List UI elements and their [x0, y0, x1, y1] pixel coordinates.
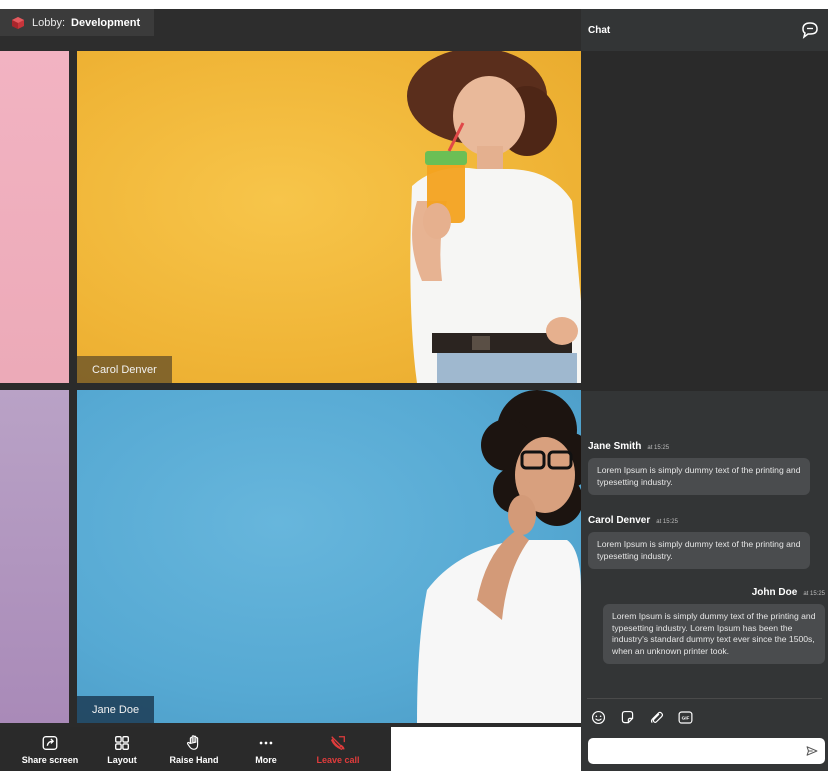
- video-tile-3[interactable]: [0, 390, 69, 723]
- message-author: Carol Denver: [588, 515, 651, 526]
- gif-label: GIF: [682, 716, 690, 721]
- message-bubble: Lorem Ipsum is simply dummy text of the …: [603, 604, 825, 664]
- leave-call-label: Leave call: [316, 754, 360, 765]
- video-tile-jane-doe[interactable]: Jane Doe: [77, 390, 581, 723]
- raise-hand-button[interactable]: Raise Hand: [158, 734, 230, 765]
- chat-panel: Chat Jane Smith at 15:25 Lorem Ipsum is s…: [581, 9, 828, 771]
- more-dots-icon: [259, 741, 273, 744]
- lobby-prefix: Lobby:: [32, 16, 66, 29]
- chat-bubble-icon[interactable]: [800, 20, 820, 40]
- top-bar: Lobby: Development: [0, 9, 581, 51]
- leave-call-button[interactable]: Leave call: [302, 734, 374, 765]
- participant-name-tag: Jane Doe: [77, 696, 155, 723]
- chat-empty-area: [581, 51, 828, 391]
- attach-icon[interactable]: [648, 709, 665, 726]
- video-tile-1[interactable]: [0, 51, 69, 383]
- share-screen-label: Share screen: [21, 754, 79, 765]
- video-tile-carol-denver[interactable]: Carol Denver: [77, 51, 581, 383]
- raise-hand-icon: [186, 734, 199, 750]
- emoji-icon[interactable]: [590, 709, 607, 726]
- message-header: Jane Smith at 15:25: [588, 441, 810, 452]
- chat-header: Chat: [581, 9, 828, 51]
- message-time: at 15:25: [656, 519, 678, 525]
- chat-message: John Doe at 15:25 Lorem Ipsum is simply d…: [603, 587, 825, 664]
- chat-title: Chat: [588, 24, 611, 36]
- more-label: More: [255, 754, 277, 765]
- toolbar-blank-area: [391, 727, 581, 771]
- message-header: Carol Denver at 15:25: [588, 515, 810, 526]
- layout-grid-icon: [115, 735, 129, 750]
- chat-message: Jane Smith at 15:25 Lorem Ipsum is simply…: [588, 441, 810, 495]
- more-button[interactable]: More: [230, 734, 302, 765]
- video-grid: Carol Denver Jane Doe: [0, 51, 581, 727]
- chat-message: Carol Denver at 15:25 Lorem Ipsum is simp…: [588, 515, 810, 569]
- share-screen-button[interactable]: Share screen: [14, 734, 86, 765]
- meeting-window: Lobby: Development Carol Denver Jane Doe…: [0, 9, 828, 771]
- layout-label: Layout: [107, 754, 137, 765]
- message-author: John Doe: [751, 587, 798, 598]
- share-screen-icon: [42, 735, 58, 750]
- chat-compose-tools: GIF: [590, 709, 694, 726]
- gif-icon[interactable]: GIF: [677, 709, 694, 726]
- sticker-icon[interactable]: [619, 709, 636, 726]
- leave-call-icon: [330, 735, 345, 750]
- message-time: at 15:25: [647, 445, 670, 451]
- chat-message-input[interactable]: [588, 738, 825, 764]
- lobby-cube-icon: [12, 16, 24, 29]
- chat-divider: [587, 698, 822, 699]
- lobby-indicator: Lobby: Development: [0, 9, 155, 36]
- participant-video-carol: [407, 51, 581, 383]
- send-icon[interactable]: [805, 744, 819, 758]
- message-header: John Doe at 15:25: [603, 587, 825, 598]
- message-bubble: Lorem Ipsum is simply dummy text of the …: [588, 458, 810, 495]
- lobby-name: Development: [71, 16, 141, 29]
- call-toolbar: Share screen Layout Raise Hand More Leav…: [0, 727, 391, 771]
- message-time: at 15:25: [803, 591, 825, 597]
- layout-button[interactable]: Layout: [86, 734, 158, 765]
- raise-hand-label: Raise Hand: [169, 754, 219, 765]
- message-author: Jane Smith: [588, 441, 642, 452]
- participant-name-tag: Carol Denver: [77, 356, 172, 383]
- participant-video-jane: [417, 390, 581, 723]
- message-bubble: Lorem Ipsum is simply dummy text of the …: [588, 532, 810, 569]
